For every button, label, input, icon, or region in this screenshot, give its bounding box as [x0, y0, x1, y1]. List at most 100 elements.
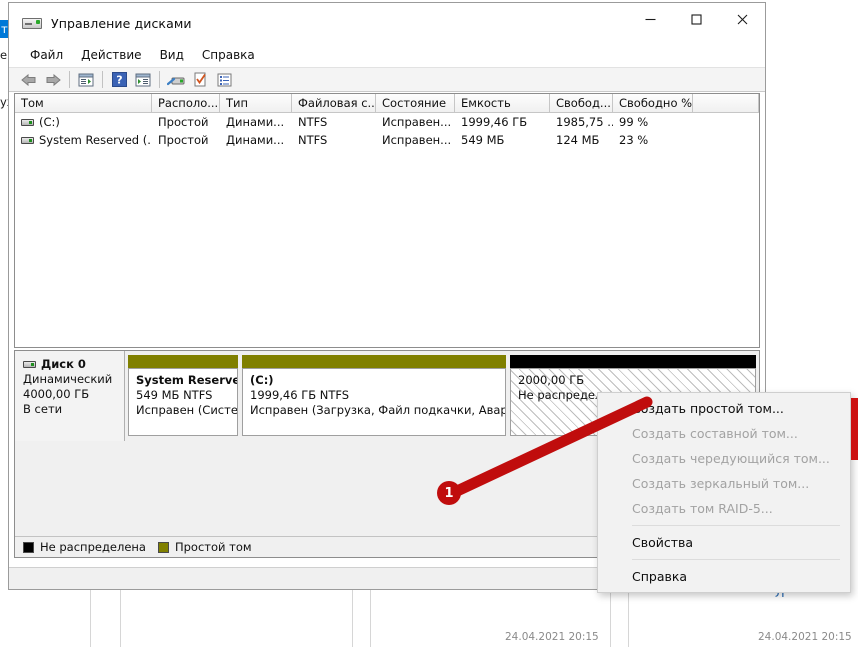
- partition-status: Исправен (Систем: [136, 403, 237, 418]
- ctx-new-raid5-volume: Создать том RAID-5...: [598, 496, 850, 521]
- partition-status: Исправен (Загрузка, Файл подкачки, Авари…: [250, 403, 505, 418]
- toolbar-separator: [159, 71, 160, 88]
- partition-color-cap: [128, 355, 238, 368]
- legend-unallocated-label: Не распределена: [40, 540, 146, 554]
- ctx-new-mirrored-volume: Создать зеркальный том...: [598, 471, 850, 496]
- partition-color-cap: [510, 355, 756, 368]
- maximize-button[interactable]: [673, 3, 719, 36]
- rescan-disks-icon[interactable]: [164, 69, 188, 91]
- volume-list-header: Том Располо... Тип Файловая с... Состоян…: [15, 94, 759, 113]
- partition-size: 549 МБ NTFS: [136, 388, 237, 403]
- cell-capacity: 1999,46 ГБ: [455, 115, 550, 129]
- title-bar[interactable]: Управление дисками: [9, 3, 765, 43]
- volume-icon: [21, 137, 34, 144]
- bg-divider: [120, 590, 121, 647]
- partition-color-cap: [242, 355, 506, 368]
- disk-info-panel[interactable]: Диск 0 Динамический 4000,00 ГБ В сети: [15, 351, 125, 441]
- column-header-type[interactable]: Тип: [220, 94, 292, 112]
- menu-help[interactable]: Справка: [193, 46, 264, 65]
- cell-filesystem: NTFS: [292, 115, 376, 129]
- bg-divider: [610, 590, 611, 647]
- column-header-freepercent[interactable]: Свободно %: [613, 94, 693, 112]
- ctx-new-simple-volume[interactable]: Создать простой том...: [598, 396, 850, 421]
- toolbar-separator: [102, 71, 103, 88]
- disk-status: В сети: [23, 402, 118, 416]
- partition-body: (C:) 1999,46 ГБ NTFS Исправен (Загрузка,…: [242, 368, 506, 436]
- cell-status: Исправен...: [376, 115, 455, 129]
- red-scrollbar-fragment[interactable]: [851, 398, 858, 460]
- help-icon[interactable]: ?: [107, 69, 131, 91]
- bg-timestamp-left: 24.04.2021 20:15: [505, 631, 599, 643]
- context-menu-separator: [632, 559, 840, 560]
- status-segment-1: [9, 568, 624, 589]
- disk-icon: [23, 361, 36, 368]
- table-row[interactable]: System Reserved (... Простой Динами... N…: [15, 131, 759, 149]
- cell-volume: (C:): [15, 115, 152, 129]
- toolbar: ?: [9, 67, 765, 92]
- svg-text:?: ?: [116, 74, 122, 87]
- partition-size: 1999,46 ГБ NTFS: [250, 388, 505, 403]
- partition-size: 2000,00 ГБ: [518, 373, 755, 388]
- disk-title: Диск 0: [23, 357, 118, 371]
- screen: 24.04.2021 20:15 24.04.2021 20:15 Л то е…: [0, 0, 858, 647]
- volume-list: Том Располо... Тип Файловая с... Состоян…: [14, 93, 760, 348]
- bg-divider: [352, 590, 353, 647]
- partition-label: System Reserved: [136, 373, 237, 388]
- cell-freepercent: 23 %: [613, 133, 693, 147]
- minimize-button[interactable]: [627, 3, 673, 36]
- legend-unallocated-swatch: [23, 542, 34, 553]
- properties-icon[interactable]: [188, 69, 212, 91]
- forward-arrow-icon[interactable]: [41, 69, 65, 91]
- partition-label: (C:): [250, 373, 505, 388]
- menu-view[interactable]: Вид: [151, 46, 193, 65]
- toolbar-separator: [69, 71, 70, 88]
- show-hide-action-pane-icon[interactable]: [131, 69, 155, 91]
- c-drive-partition[interactable]: (C:) 1999,46 ГБ NTFS Исправен (Загрузка,…: [242, 355, 506, 436]
- column-header-status[interactable]: Состояние: [376, 94, 455, 112]
- show-hide-console-tree-icon[interactable]: [74, 69, 98, 91]
- disk-management-icon: [22, 16, 42, 31]
- bg-divider: [90, 590, 91, 647]
- cell-volume: System Reserved (...: [15, 133, 152, 147]
- window-controls: [627, 3, 765, 36]
- column-header-filler[interactable]: [693, 94, 759, 112]
- disk-size: 4000,00 ГБ: [23, 387, 118, 401]
- cell-capacity: 549 МБ: [455, 133, 550, 147]
- column-header-capacity[interactable]: Емкость: [455, 94, 550, 112]
- context-menu: Создать простой том... Создать составной…: [597, 392, 851, 593]
- menu-bar: Файл Действие Вид Справка: [9, 43, 765, 67]
- cell-type: Динами...: [220, 133, 292, 147]
- back-arrow-icon[interactable]: [17, 69, 41, 91]
- table-row[interactable]: (C:) Простой Динами... NTFS Исправен... …: [15, 113, 759, 131]
- bg-divider: [370, 590, 371, 647]
- cell-freespace: 124 МБ: [550, 133, 613, 147]
- legend-simple-volume-swatch: [158, 542, 169, 553]
- cell-status: Исправен...: [376, 133, 455, 147]
- partition-body: System Reserved 549 МБ NTFS Исправен (Си…: [128, 368, 238, 436]
- window-title: Управление дисками: [51, 16, 192, 31]
- column-header-volume[interactable]: Том: [15, 94, 152, 112]
- column-header-filesystem[interactable]: Файловая с...: [292, 94, 376, 112]
- ctx-help[interactable]: Справка: [598, 564, 850, 589]
- ctx-new-spanned-volume: Создать составной том...: [598, 421, 850, 446]
- column-header-freespace[interactable]: Свобод...: [550, 94, 613, 112]
- cell-freepercent: 99 %: [613, 115, 693, 129]
- bg-timestamp-right: 24.04.2021 20:15: [758, 631, 852, 643]
- menu-file[interactable]: Файл: [21, 46, 72, 65]
- ctx-properties[interactable]: Свойства: [598, 530, 850, 555]
- menu-action[interactable]: Действие: [72, 46, 150, 65]
- system-reserved-partition[interactable]: System Reserved 549 МБ NTFS Исправен (Си…: [128, 355, 238, 436]
- ctx-new-striped-volume: Создать чередующийся том...: [598, 446, 850, 471]
- close-button[interactable]: [719, 3, 765, 36]
- bg-divider: [628, 590, 629, 647]
- cell-filesystem: NTFS: [292, 133, 376, 147]
- legend-simple-volume-label: Простой том: [175, 540, 252, 554]
- disk-type: Динамический: [23, 372, 118, 386]
- context-menu-separator: [632, 525, 840, 526]
- column-header-layout[interactable]: Располо...: [152, 94, 220, 112]
- cell-freespace: 1985,75 ...: [550, 115, 613, 129]
- cell-layout: Простой: [152, 115, 220, 129]
- cell-type: Динами...: [220, 115, 292, 129]
- annotation-step-badge: 1: [437, 481, 461, 505]
- list-view-icon[interactable]: [212, 69, 236, 91]
